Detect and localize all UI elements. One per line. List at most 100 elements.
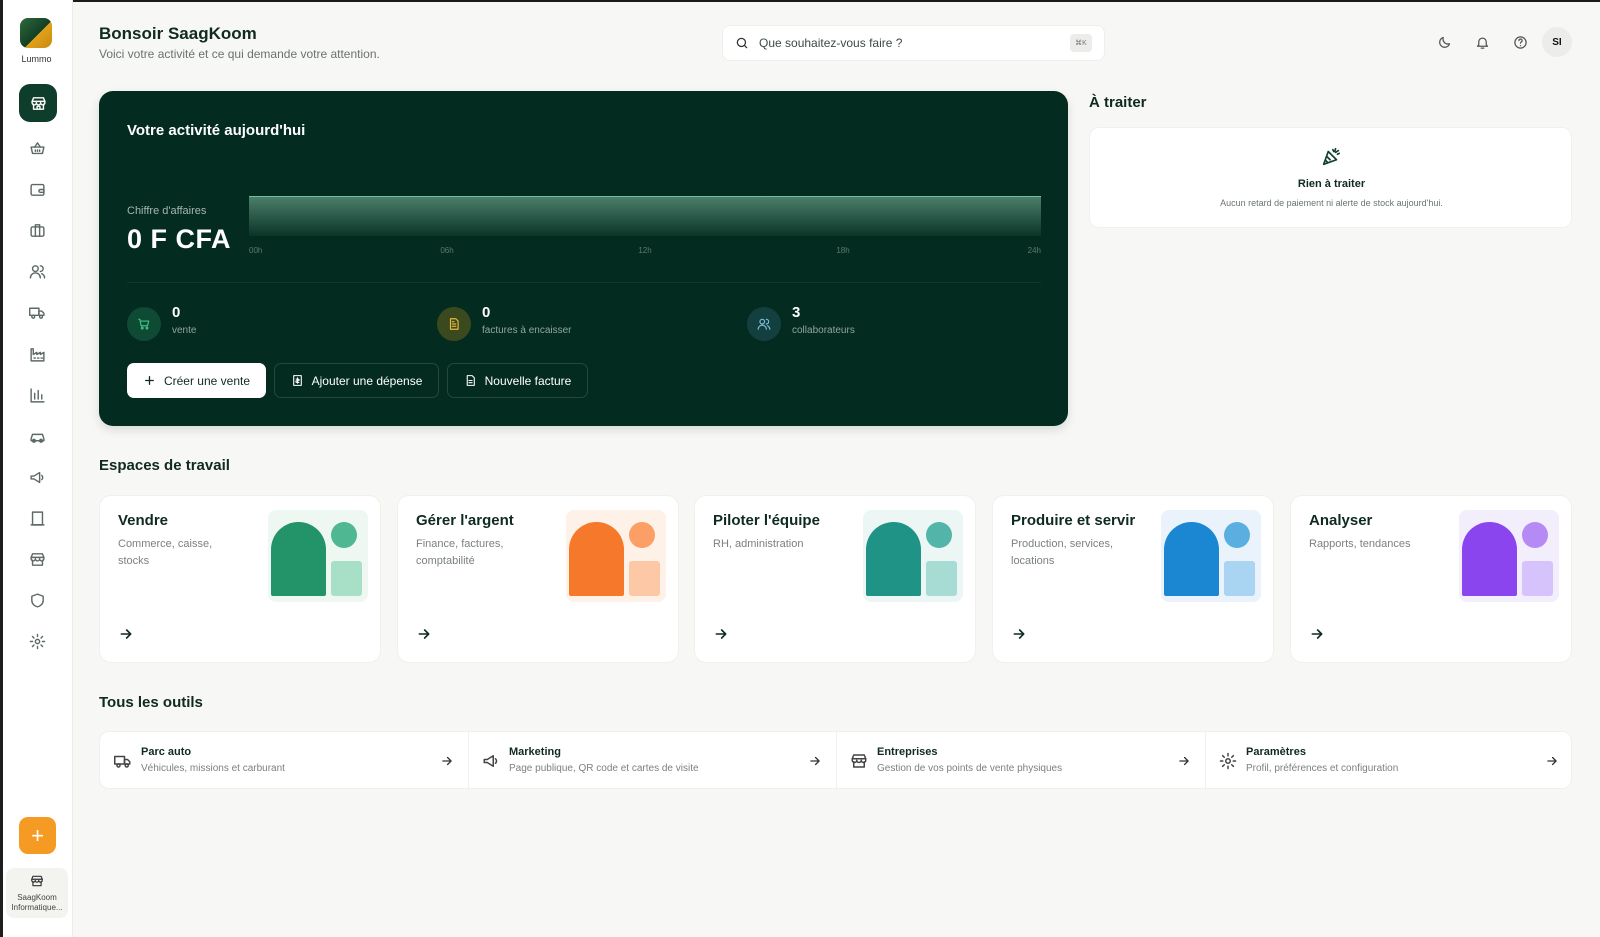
help-button[interactable] [1510, 32, 1530, 52]
store-icon [30, 96, 46, 110]
nav-marketing[interactable] [19, 459, 56, 496]
notifications-button[interactable] [1472, 32, 1492, 52]
workspace-desc: Production, services, locations [1011, 538, 1114, 567]
workspace-desc: Finance, factures, comptabilité [416, 538, 504, 567]
nav-team[interactable] [19, 212, 56, 249]
nav-stores[interactable] [19, 541, 56, 578]
nav-reports[interactable] [19, 377, 56, 414]
tool-name: Marketing [509, 746, 561, 758]
square-shape [629, 561, 660, 596]
stat-label: factures à encaisser [482, 325, 572, 336]
sidebar: Lummo + SaagKoom Informatique... [0, 0, 73, 937]
todo-empty-title: Rien à traiter [1297, 178, 1366, 190]
user-avatar[interactable]: SI [1542, 27, 1572, 57]
tools-list: Parc auto Véhicules, missions et carbura… [99, 731, 1573, 790]
x-tick-label: 06h [440, 246, 453, 255]
workspace-card-produce[interactable]: Produire et servir Production, services,… [992, 495, 1274, 663]
arch-shape [271, 522, 326, 596]
tool-name: Paramètres [1246, 746, 1306, 758]
x-tick-label: 24h [1028, 246, 1041, 255]
todo-title: À traiter [1089, 94, 1147, 111]
app-name: Lummo [21, 54, 52, 64]
workspace-title: Piloter l'équipe [713, 512, 820, 529]
x-tick-label: 00h [249, 246, 262, 255]
new-invoice-button[interactable]: Nouvelle facture [447, 363, 588, 398]
store-icon [851, 754, 867, 768]
nav-sales[interactable] [19, 130, 56, 167]
stat-label: collaborateurs [792, 325, 855, 336]
workspace-card-analyze[interactable]: Analyser Rapports, tendances [1290, 495, 1572, 663]
workspace-card-team[interactable]: Piloter l'équipe RH, administration [694, 495, 976, 663]
nav-settings[interactable] [19, 623, 56, 660]
nav-delivery[interactable] [19, 294, 56, 331]
workspace-card-money[interactable]: Gérer l'argent Finance, factures, compta… [397, 495, 679, 663]
cart-icon [127, 307, 161, 341]
nav-production[interactable] [19, 336, 56, 373]
workspace-desc: RH, administration [713, 538, 804, 550]
arrow-right-icon [1547, 756, 1557, 766]
app-logo[interactable] [20, 18, 52, 48]
nav-fleet[interactable] [19, 418, 56, 455]
circle-shape [1224, 522, 1250, 548]
window-left-edge [0, 0, 3, 937]
workspace-desc: Commerce, caisse, stocks [118, 538, 213, 567]
arch-shape [1462, 522, 1517, 596]
invoice-icon [437, 307, 471, 341]
nav-wallet[interactable] [19, 171, 56, 208]
page-title: Bonsoir SaagKoom [99, 24, 257, 43]
tools-title: Tous les outils [99, 694, 203, 711]
gear-icon [29, 633, 46, 650]
tool-marketing[interactable]: Marketing Page publique, QR code et cart… [468, 732, 836, 790]
nav-security[interactable] [19, 582, 56, 619]
store-switcher[interactable]: SaagKoom Informatique... [6, 868, 68, 918]
nav-documents[interactable] [19, 500, 56, 537]
arrow-right-icon [810, 756, 820, 766]
megaphone-icon [483, 755, 498, 767]
tool-desc: Gestion de vos points de vente physiques [877, 763, 1063, 774]
revenue-label: Chiffre d'affaires [127, 205, 207, 217]
workspace-card-sell[interactable]: Vendre Commerce, caisse, stocks [99, 495, 381, 663]
command-search[interactable]: Que souhaitez-vous faire ? ⌘K [722, 25, 1105, 61]
tool-desc: Profil, préférences et configuration [1246, 763, 1399, 774]
revenue-chart: 00h 06h 12h 18h 24h [249, 196, 1041, 255]
quick-add-button[interactable]: + [19, 817, 56, 854]
moon-icon [1438, 36, 1450, 48]
tool-desc: Véhicules, missions et carburant [141, 763, 285, 774]
add-expense-button[interactable]: Ajouter une dépense [274, 363, 439, 398]
workspace-illustration [863, 510, 963, 602]
circle-shape [331, 522, 357, 548]
revenue-area [249, 196, 1041, 236]
help-icon [1513, 35, 1527, 49]
window-top-edge [0, 0, 1600, 2]
stat-value: 0 [172, 304, 181, 321]
page-subtitle: Voici votre activité et ce qui demande v… [99, 47, 380, 61]
nav-home[interactable] [19, 84, 57, 122]
tool-companies[interactable]: Entreprises Gestion de vos points de ven… [836, 732, 1205, 790]
tool-name: Entreprises [877, 746, 938, 758]
create-sale-button[interactable]: Créer une vente [127, 363, 266, 398]
arrow-right-icon [442, 756, 452, 766]
circle-shape [629, 522, 655, 548]
wallet-icon [30, 183, 45, 196]
truck-icon [29, 307, 45, 319]
x-tick-label: 12h [638, 246, 651, 255]
building-icon [30, 511, 45, 526]
theme-toggle-button[interactable] [1434, 32, 1454, 52]
circle-shape [1522, 522, 1548, 548]
arrow-right-icon [120, 629, 132, 639]
arch-shape [866, 522, 921, 596]
shield-icon [31, 593, 44, 608]
tool-fleet[interactable]: Parc auto Véhicules, missions et carbura… [100, 732, 468, 790]
activity-title: Votre activité aujourd'hui [127, 122, 306, 139]
arch-shape [1164, 522, 1219, 596]
button-label: Nouvelle facture [484, 373, 572, 388]
circle-shape [926, 522, 952, 548]
users-icon [747, 307, 781, 341]
nav-clients[interactable] [19, 253, 56, 290]
todo-empty-subtitle: Aucun retard de paiement ni alerte de st… [1220, 198, 1443, 208]
workspace-title: Produire et servir [1011, 512, 1136, 529]
tool-settings[interactable]: Paramètres Profil, préférences et config… [1205, 732, 1573, 790]
revenue-value: 0 F CFA [127, 224, 232, 254]
document-icon [466, 375, 475, 386]
gear-icon [1219, 752, 1237, 770]
